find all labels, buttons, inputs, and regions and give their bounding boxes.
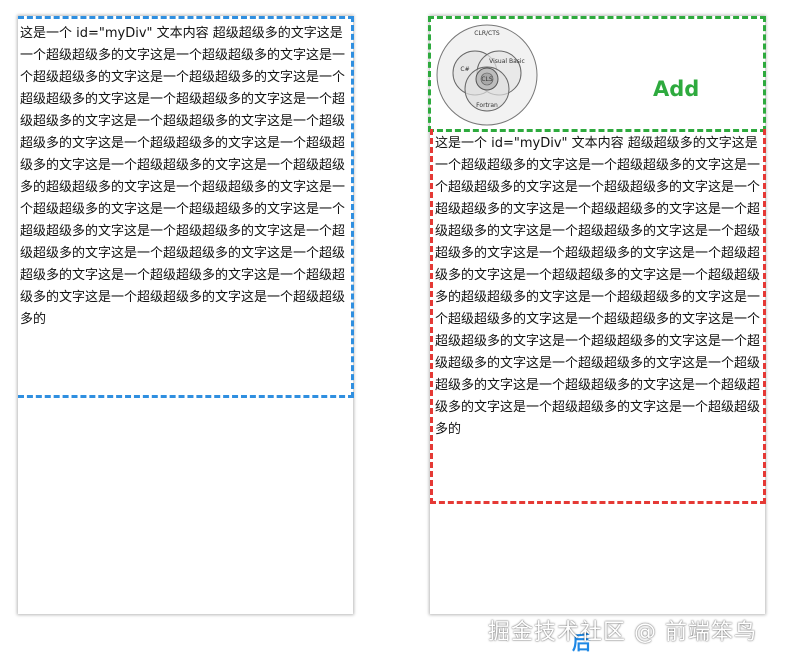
left-text-content: 这是一个 id="myDiv" 文本内容 超级超级多的文字这是一个超级超级多的文… xyxy=(20,26,346,327)
left-text-div: 这是一个 id="myDiv" 文本内容 超级超级多的文字这是一个超级超级多的文… xyxy=(18,16,354,398)
clr-cts-venn-diagram-icon: CLR/CTS C# Visual Basic CLS Fortran xyxy=(436,24,538,126)
logo-right-label: Visual Basic xyxy=(489,58,525,65)
logo-outer-label: CLR/CTS xyxy=(474,30,500,37)
watermark: 掘金技术社区 @ 前端笨鸟 xyxy=(488,620,757,645)
add-label: Add xyxy=(653,77,700,101)
logo-bottom-label: Fortran xyxy=(476,102,498,109)
right-text-div: 这是一个 id="myDiv" 文本内容 超级超级多的文字这是一个超级超级多的文… xyxy=(430,129,766,504)
logo-left-label: C# xyxy=(460,66,469,73)
right-text-content: 这是一个 id="myDiv" 文本内容 超级超级多的文字这是一个超级超级多的文… xyxy=(435,136,761,437)
add-box: CLR/CTS C# Visual Basic CLS Fortran Add xyxy=(428,16,766,132)
logo-center-label: CLS xyxy=(481,76,493,83)
